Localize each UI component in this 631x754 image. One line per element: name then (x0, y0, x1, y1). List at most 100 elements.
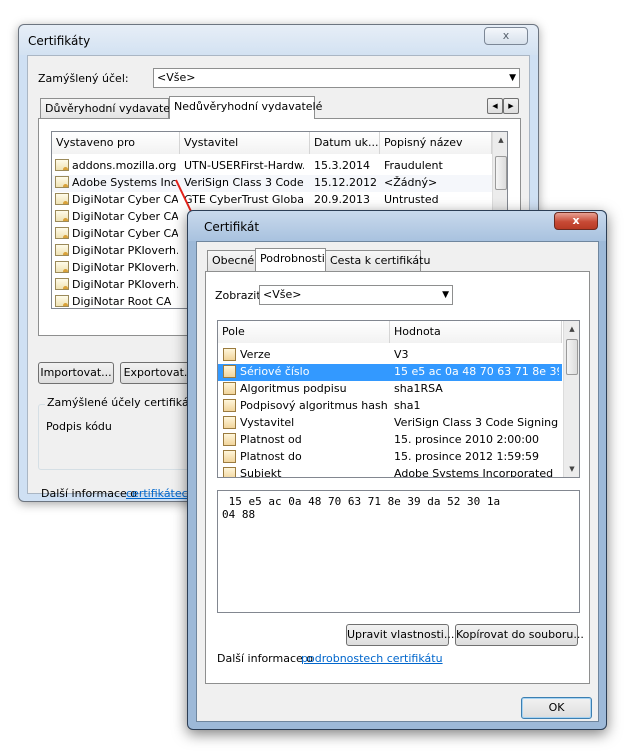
table-row[interactable]: addons.mozilla.org UTN-USERFirst-Hardw...… (52, 158, 492, 175)
purposes-value: Podpis kódu (46, 420, 112, 433)
field-icon (223, 399, 236, 412)
tab-label: Podrobnosti (260, 252, 325, 265)
scroll-down-icon[interactable]: ▼ (564, 461, 579, 477)
table-cell: DigiNotar Cyber CA (72, 210, 178, 223)
close-button[interactable]: x (484, 27, 528, 45)
tab-scroll-left-icon[interactable]: ◀ (487, 98, 503, 114)
field-cell: 15. prosince 2010 2:00:00 (394, 433, 539, 446)
field-cell: Algoritmus podpisu (240, 382, 347, 395)
certificate-window: Certifikát x Obecné Podrobnosti Cesta k … (187, 210, 607, 730)
ok-button[interactable]: OK (521, 697, 592, 719)
field-icon (223, 382, 236, 395)
table-row[interactable]: DigiNotar Cyber CA GTE CyberTrust Globa..… (52, 192, 492, 209)
column-header[interactable]: Vystavitel (180, 132, 310, 154)
title-bar: Certifikáty x (19, 25, 538, 55)
table-cell: Untrusted (384, 193, 439, 206)
field-cell: Platnost od (240, 433, 302, 446)
field-row[interactable]: Vystavitel VeriSign Class 3 Code Signing … (218, 415, 562, 432)
field-row[interactable]: Platnost do 15. prosince 2012 1:59:59 (218, 449, 562, 466)
tab-label: Obecné (212, 254, 255, 267)
field-value-box[interactable]: 15 e5 ac 0a 48 70 63 71 8e 39 da 52 30 1… (217, 490, 580, 613)
column-header[interactable]: Hodnota (390, 321, 562, 343)
field-row[interactable]: Podpisový algoritmus hash sha1 (218, 398, 562, 415)
table-row[interactable]: Adobe Systems Inc... VeriSign Class 3 Cod… (52, 175, 492, 192)
table-cell: DigiNotar Cyber CA (72, 227, 178, 240)
field-cell: VeriSign Class 3 Code Signing ... (394, 416, 559, 429)
more-info-text: Další informace o (217, 652, 314, 665)
import-button[interactable]: Importovat... (38, 362, 114, 384)
purpose-value: <Vše> (157, 71, 196, 84)
tab-general[interactable]: Obecné (207, 250, 256, 271)
table-cell: DigiNotar PKIoverh... (72, 261, 178, 274)
scroll-up-icon[interactable]: ▲ (493, 132, 507, 148)
scroll-thumb[interactable] (495, 156, 507, 190)
close-icon: x (572, 214, 580, 227)
table-cell: DigiNotar PKIoverh... (72, 244, 178, 257)
field-cell: Podpisový algoritmus hash (240, 399, 388, 412)
copy-to-file-button[interactable]: Kopírovat do souboru... (455, 624, 584, 646)
table-cell: addons.mozilla.org (72, 159, 177, 172)
certificates-link[interactable]: certifikátech (126, 487, 195, 500)
window-title: Certifikát (204, 220, 260, 234)
title-bar: Certifikát x (188, 211, 606, 241)
certificate-icon (55, 261, 69, 273)
column-header[interactable]: Vystaveno pro (52, 132, 180, 154)
table-cell: UTN-USERFirst-Hardw... (184, 159, 304, 172)
field-row[interactable]: Sériové číslo 15 e5 ac 0a 48 70 63 71 8e … (218, 364, 562, 381)
tab-label: Nedůvěryhodní vydavatelé (174, 100, 323, 113)
column-header[interactable]: Popisný název (380, 132, 492, 154)
field-icon (223, 416, 236, 429)
scroll-thumb[interactable] (566, 339, 578, 375)
close-button[interactable]: x (554, 212, 598, 230)
certificate-icon (55, 244, 69, 256)
window-title: Certifikáty (28, 34, 91, 48)
close-icon: x (502, 29, 510, 42)
show-value: <Vše> (263, 288, 302, 301)
details-link[interactable]: podrobnostech certifikátu (301, 652, 443, 665)
list-scrollbar[interactable]: ▲ ▼ (563, 321, 579, 477)
field-icon (223, 365, 236, 378)
tab-untrusted-publishers[interactable]: Nedůvěryhodní vydavatelé (169, 96, 322, 119)
field-cell: sha1RSA (394, 382, 443, 395)
tab-scroll: ◀ ▶ (487, 98, 519, 114)
tab-certification-path[interactable]: Cesta k certifikátu (325, 250, 430, 271)
edit-properties-button[interactable]: Upravit vlastnosti... (346, 624, 454, 646)
field-cell: sha1 (394, 399, 421, 412)
show-combo[interactable]: <Vše> ▼ (259, 285, 453, 305)
certificate-icon (55, 176, 69, 188)
more-info-text: Další informace o (41, 487, 138, 500)
field-cell: V3 (394, 348, 409, 361)
field-row[interactable]: Algoritmus podpisu sha1RSA (218, 381, 562, 398)
field-cell: Adobe Systems Incorporated (394, 467, 554, 478)
certificate-icon (55, 193, 69, 205)
tab-label: Cesta k certifikátu (330, 254, 431, 267)
certificate-icon (55, 159, 69, 171)
table-cell: <Žádný> (384, 176, 438, 189)
field-cell: 15. prosince 2012 1:59:59 (394, 450, 539, 463)
table-cell: Fraudulent (384, 159, 443, 172)
field-icon (223, 450, 236, 463)
table-cell: Adobe Systems Inc... (72, 176, 178, 189)
purpose-combo[interactable]: <Vše> ▼ (153, 68, 520, 88)
tab-details[interactable]: Podrobnosti (255, 248, 326, 271)
field-row[interactable]: Subjekt Adobe Systems Incorporated (218, 466, 562, 478)
certificate-icon (55, 227, 69, 239)
field-row[interactable]: Platnost od 15. prosince 2010 2:00:00 (218, 432, 562, 449)
column-header[interactable]: Pole (218, 321, 390, 343)
purpose-label: Zamýšlený účel: (38, 72, 129, 85)
fields-list[interactable]: Pole Hodnota Verze V3 Sériové číslo 15 e5 a… (217, 320, 580, 478)
field-cell: Vystavitel (240, 416, 295, 429)
field-cell: Verze (240, 348, 271, 361)
purposes-title: Zamýšlené účely certifikátu (45, 396, 202, 409)
tab-trusted-publishers[interactable]: Důvěryhodní vydavatelé (40, 98, 180, 119)
window-client: Obecné Podrobnosti Cesta k certifikátu Z… (196, 241, 599, 722)
field-cell: Subjekt (240, 467, 282, 478)
field-value-text: 15 e5 ac 0a 48 70 63 71 8e 39 da 52 30 1… (222, 495, 501, 521)
tab-scroll-right-icon[interactable]: ▶ (503, 98, 519, 114)
table-cell: DigiNotar Root CA (72, 295, 172, 308)
certificate-icon (55, 210, 69, 222)
column-header[interactable]: Datum uk... (310, 132, 380, 154)
field-icon (223, 433, 236, 446)
field-row[interactable]: Verze V3 (218, 347, 562, 364)
scroll-up-icon[interactable]: ▲ (564, 321, 579, 337)
